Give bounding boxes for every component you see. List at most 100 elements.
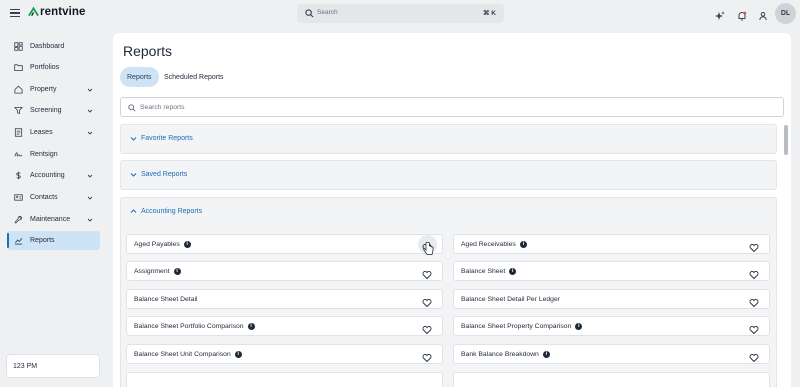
section-header[interactable]: Accounting Reports (130, 208, 202, 215)
global-search-input[interactable]: Search ⌘ K (297, 4, 504, 23)
report-name: Aged Receivables (461, 240, 516, 248)
info-icon[interactable]: i (519, 240, 527, 248)
search-icon (305, 9, 314, 18)
report-item[interactable]: Aged Payables i (126, 234, 443, 254)
report-item[interactable] (126, 372, 443, 387)
user-icon[interactable] (758, 8, 768, 21)
folder-icon (14, 63, 23, 72)
page-title: Reports (123, 43, 173, 59)
signature-icon (14, 150, 23, 159)
chevron-down-icon (87, 174, 93, 178)
report-item[interactable]: Balance Sheet i (453, 261, 770, 281)
bell-icon[interactable] (737, 8, 747, 21)
section-header[interactable]: Favorite Reports (130, 135, 193, 142)
heart-icon[interactable] (749, 240, 759, 253)
report-item[interactable]: Balance Sheet Unit Comparison i (126, 344, 443, 364)
heart-icon[interactable] (422, 322, 432, 335)
info-icon[interactable]: i (234, 350, 242, 358)
logo[interactable]: rentvine (28, 6, 86, 18)
heart-icon[interactable] (422, 295, 432, 308)
time-display: 123 PM (6, 354, 100, 378)
section-label: Favorite Reports (141, 135, 193, 142)
scrollbar-thumb[interactable] (784, 125, 788, 155)
sidebar-item-label: Portfolios (30, 64, 60, 71)
report-item[interactable]: Balance Sheet Detail Per Ledger (453, 289, 770, 309)
tab-scheduled-reports[interactable]: Scheduled Reports (157, 67, 231, 87)
top-bar: rentvine Search ⌘ K DL (0, 0, 800, 28)
section-label: Saved Reports (141, 171, 188, 178)
info-icon[interactable]: i (173, 267, 181, 275)
info-icon[interactable]: i (542, 350, 550, 358)
info-icon[interactable]: i (247, 322, 255, 330)
logo-mark-icon (28, 6, 39, 17)
report-item[interactable]: Balance Sheet Portfolio Comparison i (126, 316, 443, 336)
sidebar-item-contacts[interactable]: Contacts (7, 188, 100, 207)
sidebar-item-dashboard[interactable]: Dashboard (7, 37, 100, 56)
sidebar-item-maintenance[interactable]: Maintenance (7, 210, 100, 229)
sidebar-item-label: Screening (30, 107, 62, 114)
sidebar-item-leases[interactable]: Leases (7, 123, 100, 142)
chevron-down-icon (87, 109, 93, 113)
heart-icon[interactable] (749, 350, 759, 363)
search-icon (128, 104, 136, 112)
heart-icon[interactable] (422, 267, 432, 280)
document-icon (14, 128, 23, 137)
info-icon[interactable]: i (509, 267, 517, 275)
section-label: Accounting Reports (141, 208, 203, 215)
search-shortcut: ⌘ K (483, 10, 496, 17)
report-item[interactable]: Balance Sheet Detail (126, 289, 443, 309)
dollar-icon (14, 171, 23, 180)
sidebar-item-label: Reports (30, 237, 55, 244)
chevron-down-icon (130, 137, 137, 141)
report-name: Balance Sheet Detail Per Ledger (461, 295, 560, 303)
heart-icon[interactable] (422, 350, 432, 363)
wrench-icon (14, 215, 23, 224)
sidebar-item-portfolios[interactable]: Portfolios (7, 58, 100, 77)
report-name: Aged Payables (134, 240, 180, 248)
sidebar-item-label: Rentsign (30, 151, 58, 158)
report-name: Balance Sheet (461, 267, 506, 275)
brand-name: rentvine (40, 6, 86, 18)
info-icon[interactable]: i (575, 322, 583, 330)
heart-icon[interactable] (749, 322, 759, 335)
report-item[interactable]: Assignment i (126, 261, 443, 281)
info-icon[interactable]: i (183, 240, 191, 248)
report-name: Bank Balance Breakdown (461, 350, 539, 358)
chevron-down-icon (87, 218, 93, 222)
sidebar-item-accounting[interactable]: Accounting (7, 166, 100, 185)
dashboard-icon (14, 42, 23, 51)
contact-card-icon (14, 193, 23, 202)
heart-icon[interactable] (749, 295, 759, 308)
sidebar-item-label: Accounting (30, 172, 65, 179)
sidebar-item-label: Property (30, 86, 57, 93)
sidebar-item-label: Contacts (30, 194, 58, 201)
sparkle-icon[interactable] (715, 8, 725, 20)
report-item[interactable]: Aged Receivables i (453, 234, 770, 254)
chevron-up-icon (130, 209, 137, 213)
report-name: Assignment (134, 267, 170, 275)
sidebar-item-reports[interactable]: Reports (7, 231, 100, 250)
report-search-input[interactable]: Search reports (120, 97, 784, 117)
chevron-down-icon (130, 173, 137, 177)
tab-reports[interactable]: Reports (120, 67, 159, 87)
report-item[interactable]: Bank Balance Breakdown i (453, 344, 770, 364)
report-item[interactable] (453, 372, 770, 387)
sidebar-item-label: Maintenance (30, 216, 71, 223)
sidebar-item-property[interactable]: Property (7, 80, 100, 99)
home-icon (14, 85, 23, 94)
avatar[interactable]: DL (775, 3, 796, 24)
section-header[interactable]: Saved Reports (130, 171, 187, 178)
sidebar-item-rentsign[interactable]: Rentsign (7, 145, 100, 164)
chevron-down-icon (87, 88, 93, 92)
chevron-down-icon (87, 131, 93, 135)
sidebar-item-label: Leases (30, 129, 53, 136)
section-favorite-reports[interactable]: Favorite Reports (120, 124, 777, 154)
report-item[interactable]: Balance Sheet Property Comparison i (453, 316, 770, 336)
heart-icon[interactable] (749, 267, 759, 280)
chevron-down-icon (87, 196, 93, 200)
section-saved-reports[interactable]: Saved Reports (120, 160, 777, 190)
sidebar-item-label: Dashboard (30, 43, 65, 50)
sidebar-item-screening[interactable]: Screening (7, 101, 100, 120)
menu-icon[interactable] (10, 9, 20, 17)
main-content: Reports Reports Scheduled Reports Search… (113, 33, 791, 387)
